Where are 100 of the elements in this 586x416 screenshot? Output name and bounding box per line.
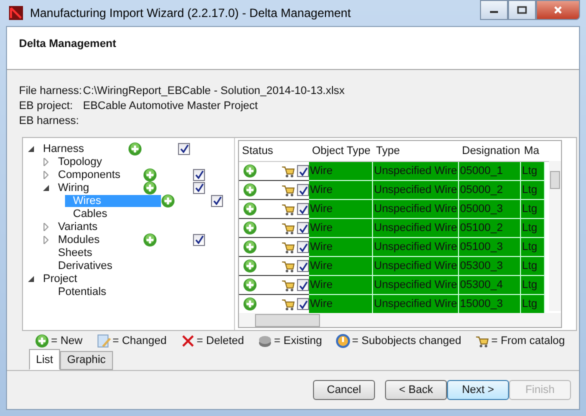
collapsed-arrow-icon[interactable] — [42, 158, 50, 166]
back-button[interactable]: < Back — [385, 380, 447, 400]
table-cell: 05100_3 — [459, 238, 521, 257]
drum-icon — [258, 334, 272, 348]
tree-item[interactable]: Modules — [23, 233, 234, 246]
table-cell: Wire — [309, 257, 373, 276]
collapsed-arrow-icon[interactable] — [42, 222, 50, 230]
checkbox[interactable] — [193, 182, 205, 194]
table-cell: Wire — [309, 162, 373, 181]
column-header[interactable]: Designation — [459, 145, 521, 157]
legend-label: = Subobjects changed — [352, 335, 462, 347]
tab[interactable]: Graphic — [60, 351, 113, 370]
expanded-arrow-icon[interactable] — [27, 274, 35, 282]
checkbox[interactable] — [297, 298, 309, 310]
table-cell: Unspecified Wire — [373, 295, 459, 314]
column-header[interactable]: Status — [239, 145, 309, 157]
page-title: Delta Management — [19, 38, 118, 50]
checkbox[interactable] — [297, 241, 309, 253]
checkbox[interactable] — [297, 260, 309, 272]
app-icon — [8, 5, 24, 21]
table-cell: Ltg — [521, 219, 545, 238]
tree-item[interactable]: Topology — [23, 155, 234, 168]
tab[interactable]: List — [29, 349, 60, 370]
table-cell: Wire — [309, 295, 373, 314]
plus-icon — [35, 334, 49, 348]
collapsed-arrow-icon[interactable] — [42, 236, 50, 244]
next-button[interactable]: Next > — [447, 380, 509, 400]
table-cell: Ltg — [521, 295, 545, 314]
tree-item[interactable]: Project — [23, 272, 234, 285]
tree-item[interactable]: Variants — [23, 220, 234, 233]
legend-label: = Existing — [274, 335, 322, 347]
table-cell: Unspecified Wire — [373, 200, 459, 219]
tree-item[interactable]: Derivatives — [23, 259, 234, 272]
cross-icon — [180, 334, 195, 348]
table-cell: Unspecified Wire — [373, 162, 459, 181]
expanded-arrow-icon[interactable] — [27, 144, 35, 152]
check-icon — [298, 300, 308, 308]
table-cell: 15000_3 — [459, 295, 521, 314]
field-label: EB harness: — [19, 115, 80, 127]
column-header[interactable]: Object Type — [309, 145, 373, 157]
collapsed-arrow-icon[interactable] — [42, 170, 50, 178]
table-cell: Wire — [309, 181, 373, 200]
field-label: File harness: — [19, 85, 83, 97]
tree-item[interactable]: Cables — [23, 207, 234, 220]
tree-item[interactable]: Components — [23, 168, 234, 181]
legend-label: = New — [51, 335, 82, 347]
tree-item[interactable]: Wiring — [23, 181, 234, 194]
table-cell: Ltg — [521, 238, 545, 257]
check-icon — [194, 235, 204, 244]
close-icon — [553, 6, 563, 14]
maximize-icon — [517, 6, 527, 14]
table-cell: Unspecified Wire — [373, 257, 459, 276]
table-cell: Wire — [309, 200, 373, 219]
table-cell: Ltg — [521, 181, 545, 200]
table-cell: 05100_2 — [459, 219, 521, 238]
tree-item[interactable]: Harness — [23, 142, 234, 155]
tree-item[interactable]: Potentials — [23, 285, 234, 298]
checkbox[interactable] — [297, 165, 309, 177]
checkbox[interactable] — [211, 194, 223, 206]
checkbox[interactable] — [178, 142, 190, 154]
table-cell: 05300_3 — [459, 257, 521, 276]
table-cell: 05300_4 — [459, 276, 521, 295]
column-header[interactable]: Type — [373, 145, 459, 157]
table-cell: 05000_2 — [459, 181, 521, 200]
horizontal-scrollbar[interactable] — [239, 313, 561, 327]
checkbox[interactable] — [297, 184, 309, 196]
expanded-arrow-icon[interactable] — [42, 184, 50, 192]
table-cell: Unspecified Wire — [373, 276, 459, 295]
table-cell: Ltg — [521, 276, 545, 295]
check-icon — [298, 186, 308, 194]
window-title: Manufacturing Import Wizard (2.2.17.0) - Delta Management — [30, 6, 351, 20]
table-cell: Unspecified Wire — [373, 181, 459, 200]
table-cell: Ltg — [521, 162, 545, 181]
table-cell: Wire — [309, 276, 373, 295]
check-icon — [298, 262, 308, 270]
minimize-button[interactable] — [480, 0, 508, 20]
cancel-button[interactable]: Cancel — [313, 380, 375, 400]
checkbox[interactable] — [193, 234, 205, 246]
field-value: C:\WiringReport_EBCable - Solution_2014-10-13.xlsx — [83, 85, 345, 97]
column-header[interactable]: Ma — [521, 145, 545, 157]
tree-item[interactable]: Sheets — [23, 246, 234, 259]
legend-label: = From catalog — [491, 335, 565, 347]
vertical-scrollbar[interactable] — [549, 161, 561, 311]
table-cell: Unspecified Wire — [373, 219, 459, 238]
check-icon — [180, 144, 188, 153]
check-icon — [298, 204, 308, 214]
legend-label: = Changed — [112, 335, 167, 347]
legend-label: = Deleted — [196, 335, 244, 347]
checkbox[interactable] — [297, 279, 309, 291]
table-cell: Ltg — [521, 200, 545, 219]
close-button[interactable] — [536, 0, 580, 20]
checkbox[interactable] — [297, 222, 309, 234]
checkbox[interactable] — [297, 203, 309, 215]
check-icon — [298, 224, 308, 232]
cart-icon — [475, 334, 490, 348]
check-icon — [298, 166, 308, 176]
table-cell: Wire — [309, 219, 373, 238]
field-value: EBCable Automotive Master Project — [83, 100, 258, 112]
maximize-button[interactable] — [508, 0, 536, 20]
checkbox[interactable] — [193, 168, 205, 180]
